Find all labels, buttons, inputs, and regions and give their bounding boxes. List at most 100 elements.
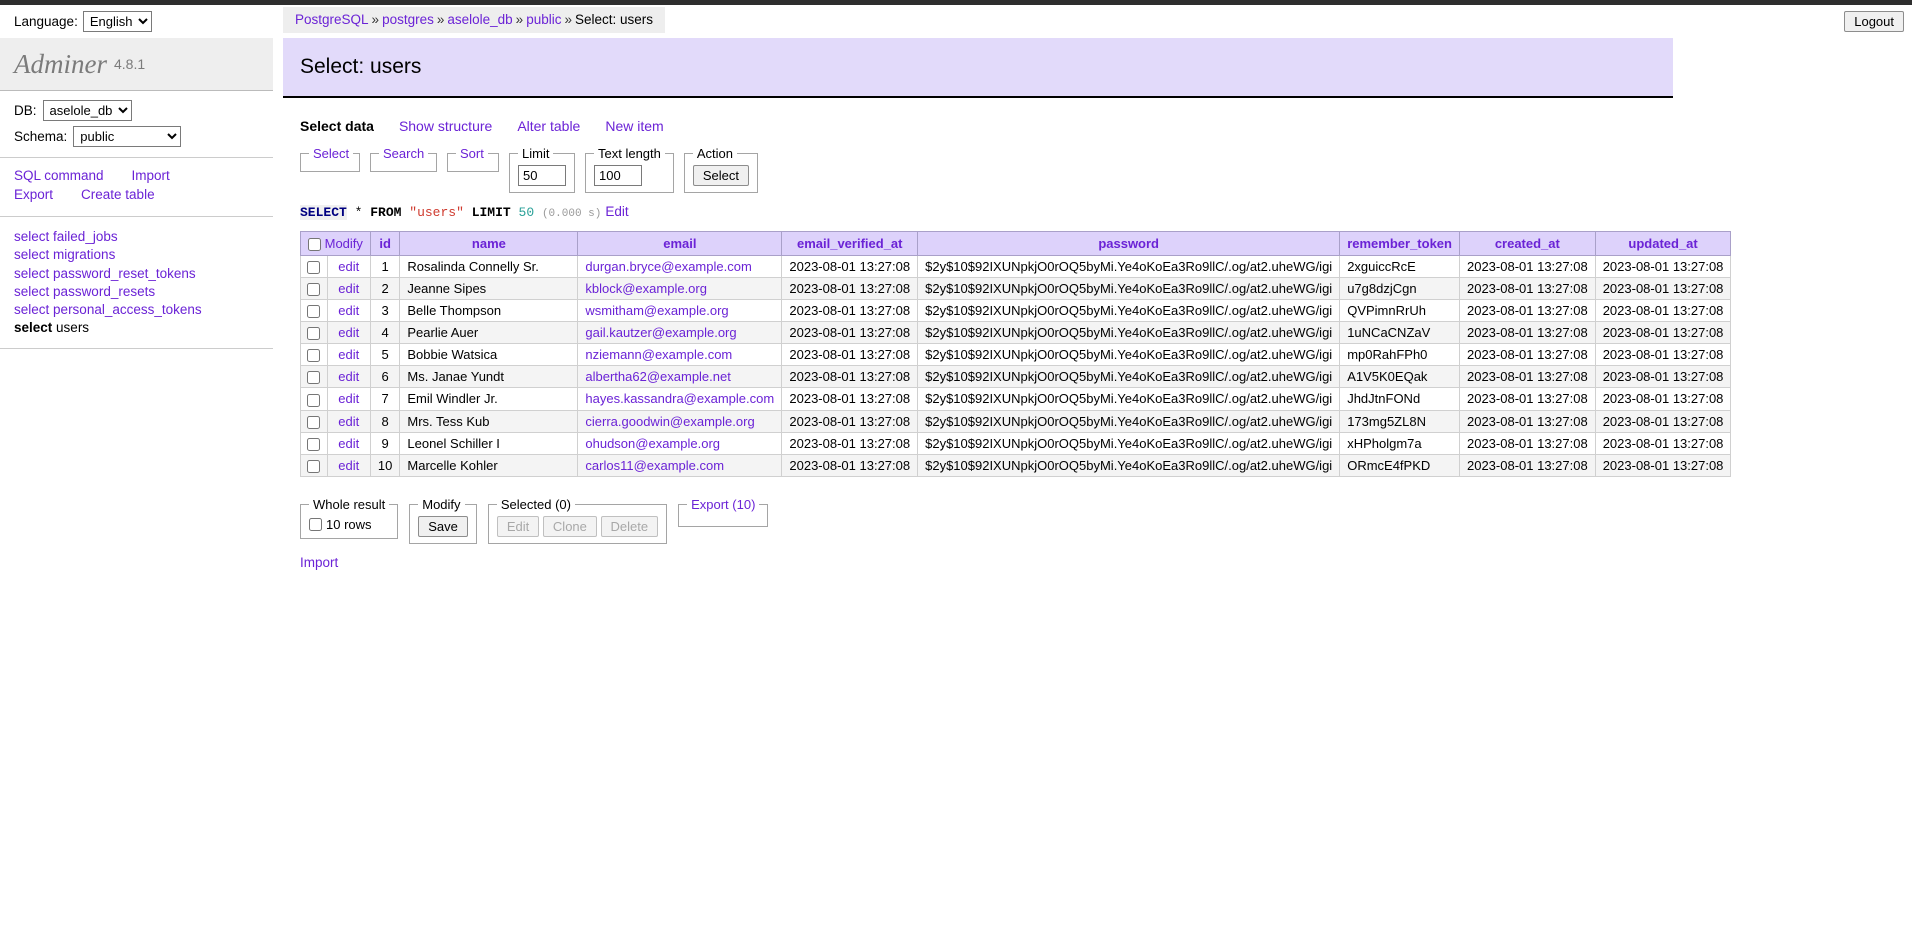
table-row: edit 2 Jeanne Sipes kblock@example.org 2023-… <box>300 277 1732 301</box>
column-header-id[interactable]: id <box>369 230 401 257</box>
row-edit-link[interactable]: edit <box>338 369 359 384</box>
cell-email: hayes.kassandra@example.com <box>577 387 783 411</box>
tab-show-structure[interactable]: Show structure <box>399 118 492 134</box>
footer-import-link[interactable]: Import <box>300 555 338 570</box>
cell-password: $2y$10$92IXUNpkjO0rOQ5byMi.Ye4oKoEa3Ro9l… <box>917 343 1341 367</box>
export-legend-link[interactable]: Export (10) <box>691 497 755 512</box>
delete-selected-button[interactable]: Delete <box>600 515 659 537</box>
column-header-created-at[interactable]: created_at <box>1458 230 1596 257</box>
limit-input[interactable] <box>518 165 566 186</box>
schema-label: Schema: <box>14 129 68 144</box>
cell-password: $2y$10$92IXUNpkjO0rOQ5byMi.Ye4oKoEa3Ro9l… <box>917 321 1341 345</box>
email-link[interactable]: gail.kautzer@example.org <box>585 325 736 340</box>
sidebar-link-export[interactable]: Export <box>14 187 53 202</box>
select-all-checkbox[interactable] <box>308 238 321 252</box>
tab-select-data[interactable]: Select data <box>300 118 374 134</box>
row-checkbox[interactable] <box>307 393 321 407</box>
sidebar-link-import[interactable]: Import <box>132 168 170 183</box>
sidebar-table-link: select personal_access_tokens <box>14 302 202 318</box>
row-checkbox[interactable] <box>307 305 321 319</box>
email-link[interactable]: cierra.goodwin@example.org <box>585 414 754 429</box>
logout-button[interactable]: Logout <box>1844 11 1904 32</box>
table-row: edit 6 Ms. Janae Yundt albertha62@example.n… <box>300 365 1732 389</box>
cell-id: 4 <box>369 321 401 345</box>
db-select[interactable]: aselole_db <box>42 100 132 121</box>
row-checkbox[interactable] <box>307 371 321 385</box>
cell-name: Marcelle Kohler <box>399 453 579 477</box>
email-link[interactable]: albertha62@example.net <box>585 369 730 384</box>
email-link[interactable]: ohudson@example.org <box>585 436 720 451</box>
adminer-logo: Adminer <box>14 48 107 79</box>
table-row: edit 1 Rosalinda Connelly Sr. durgan.bryce@… <box>300 255 1732 279</box>
cell-password: $2y$10$92IXUNpkjO0rOQ5byMi.Ye4oKoEa3Ro9l… <box>917 365 1341 389</box>
email-link[interactable]: wsmitham@example.org <box>585 303 728 318</box>
column-header-email-verified-at[interactable]: email_verified_at <box>781 230 919 257</box>
search-legend-link[interactable]: Search <box>383 146 424 161</box>
select-legend-link[interactable]: Select <box>313 146 349 161</box>
row-checkbox[interactable] <box>307 349 321 363</box>
row-edit-link[interactable]: edit <box>338 259 359 274</box>
email-link[interactable]: nziemann@example.com <box>585 347 732 362</box>
row-edit-link[interactable]: edit <box>338 281 359 296</box>
row-checkbox[interactable] <box>307 327 321 341</box>
row-checkbox[interactable] <box>307 459 321 473</box>
sidebar-link-create-table[interactable]: Create table <box>81 187 155 202</box>
row-checkbox[interactable] <box>307 437 321 451</box>
cell-created-at: 2023-08-01 13:27:08 <box>1458 409 1596 433</box>
sidebar-actions-row-1: SQL command Import <box>14 168 273 183</box>
sidebar-item-users[interactable]: select users <box>14 319 273 337</box>
select-submit-button[interactable]: Select <box>692 165 750 186</box>
sidebar-item-migrations[interactable]: select migrations <box>14 246 273 264</box>
sort-legend-link[interactable]: Sort <box>460 146 484 161</box>
row-checkbox[interactable] <box>307 283 321 297</box>
cell-id: 2 <box>369 277 401 301</box>
whole-result-checkbox[interactable] <box>309 517 322 531</box>
column-header-email[interactable]: email <box>577 230 783 257</box>
row-checkbox[interactable] <box>307 415 321 429</box>
edit-selected-button[interactable]: Edit <box>496 515 540 537</box>
cell-name: Ms. Janae Yundt <box>399 365 579 389</box>
sidebar-item-password-reset-tokens[interactable]: select password_reset_tokens <box>14 265 273 283</box>
cell-id: 7 <box>369 387 401 411</box>
row-checkbox[interactable] <box>307 261 321 275</box>
schema-select[interactable]: public <box>73 126 182 147</box>
language-select[interactable]: English <box>82 11 152 32</box>
breadcrumb-item-database[interactable]: aselole_db <box>447 12 512 27</box>
email-link[interactable]: kblock@example.org <box>585 281 707 296</box>
text-length-input[interactable] <box>594 165 642 186</box>
row-edit-link[interactable]: edit <box>338 414 359 429</box>
row-edit-link[interactable]: edit <box>338 347 359 362</box>
row-edit-cell: edit <box>326 277 371 301</box>
sidebar-link-sql-command[interactable]: SQL command <box>14 168 104 183</box>
cell-created-at: 2023-08-01 13:27:08 <box>1458 343 1596 367</box>
row-edit-link[interactable]: edit <box>338 391 359 406</box>
breadcrumb-item-postgresql[interactable]: PostgreSQL <box>295 12 369 27</box>
sidebar-actions: SQL command Import Export Create table <box>0 158 273 217</box>
sidebar-item-failed-jobs[interactable]: select failed_jobs <box>14 228 273 246</box>
row-edit-link[interactable]: edit <box>338 303 359 318</box>
column-header-password[interactable]: password <box>917 230 1341 257</box>
breadcrumb-item-postgres[interactable]: postgres <box>382 12 434 27</box>
column-header-name[interactable]: name <box>399 230 579 257</box>
column-header-remember-token[interactable]: remember_token <box>1339 230 1460 257</box>
row-checkbox-cell <box>300 321 328 345</box>
sidebar-item-password-resets[interactable]: select password_resets <box>14 283 273 301</box>
row-checkbox-cell <box>300 365 328 389</box>
tab-alter-table[interactable]: Alter table <box>517 118 580 134</box>
row-edit-link[interactable]: edit <box>338 325 359 340</box>
sql-edit-link[interactable]: Edit <box>605 204 628 219</box>
cell-updated-at: 2023-08-01 13:27:08 <box>1594 343 1732 367</box>
email-link[interactable]: carlos11@example.com <box>585 458 724 473</box>
table-row: edit 7 Emil Windler Jr. hayes.kassandra@exa… <box>300 387 1732 411</box>
email-link[interactable]: hayes.kassandra@example.com <box>585 391 774 406</box>
cell-created-at: 2023-08-01 13:27:08 <box>1458 321 1596 345</box>
clone-selected-button[interactable]: Clone <box>542 515 597 537</box>
sidebar-item-personal-access-tokens[interactable]: select personal_access_tokens <box>14 301 273 319</box>
breadcrumb-item-schema[interactable]: public <box>526 12 561 27</box>
row-edit-link[interactable]: edit <box>338 458 359 473</box>
column-header-updated-at[interactable]: updated_at <box>1594 230 1732 257</box>
tab-new-item[interactable]: New item <box>605 118 663 134</box>
save-button[interactable]: Save <box>418 515 468 537</box>
row-edit-link[interactable]: edit <box>338 436 359 451</box>
email-link[interactable]: durgan.bryce@example.com <box>585 259 751 274</box>
